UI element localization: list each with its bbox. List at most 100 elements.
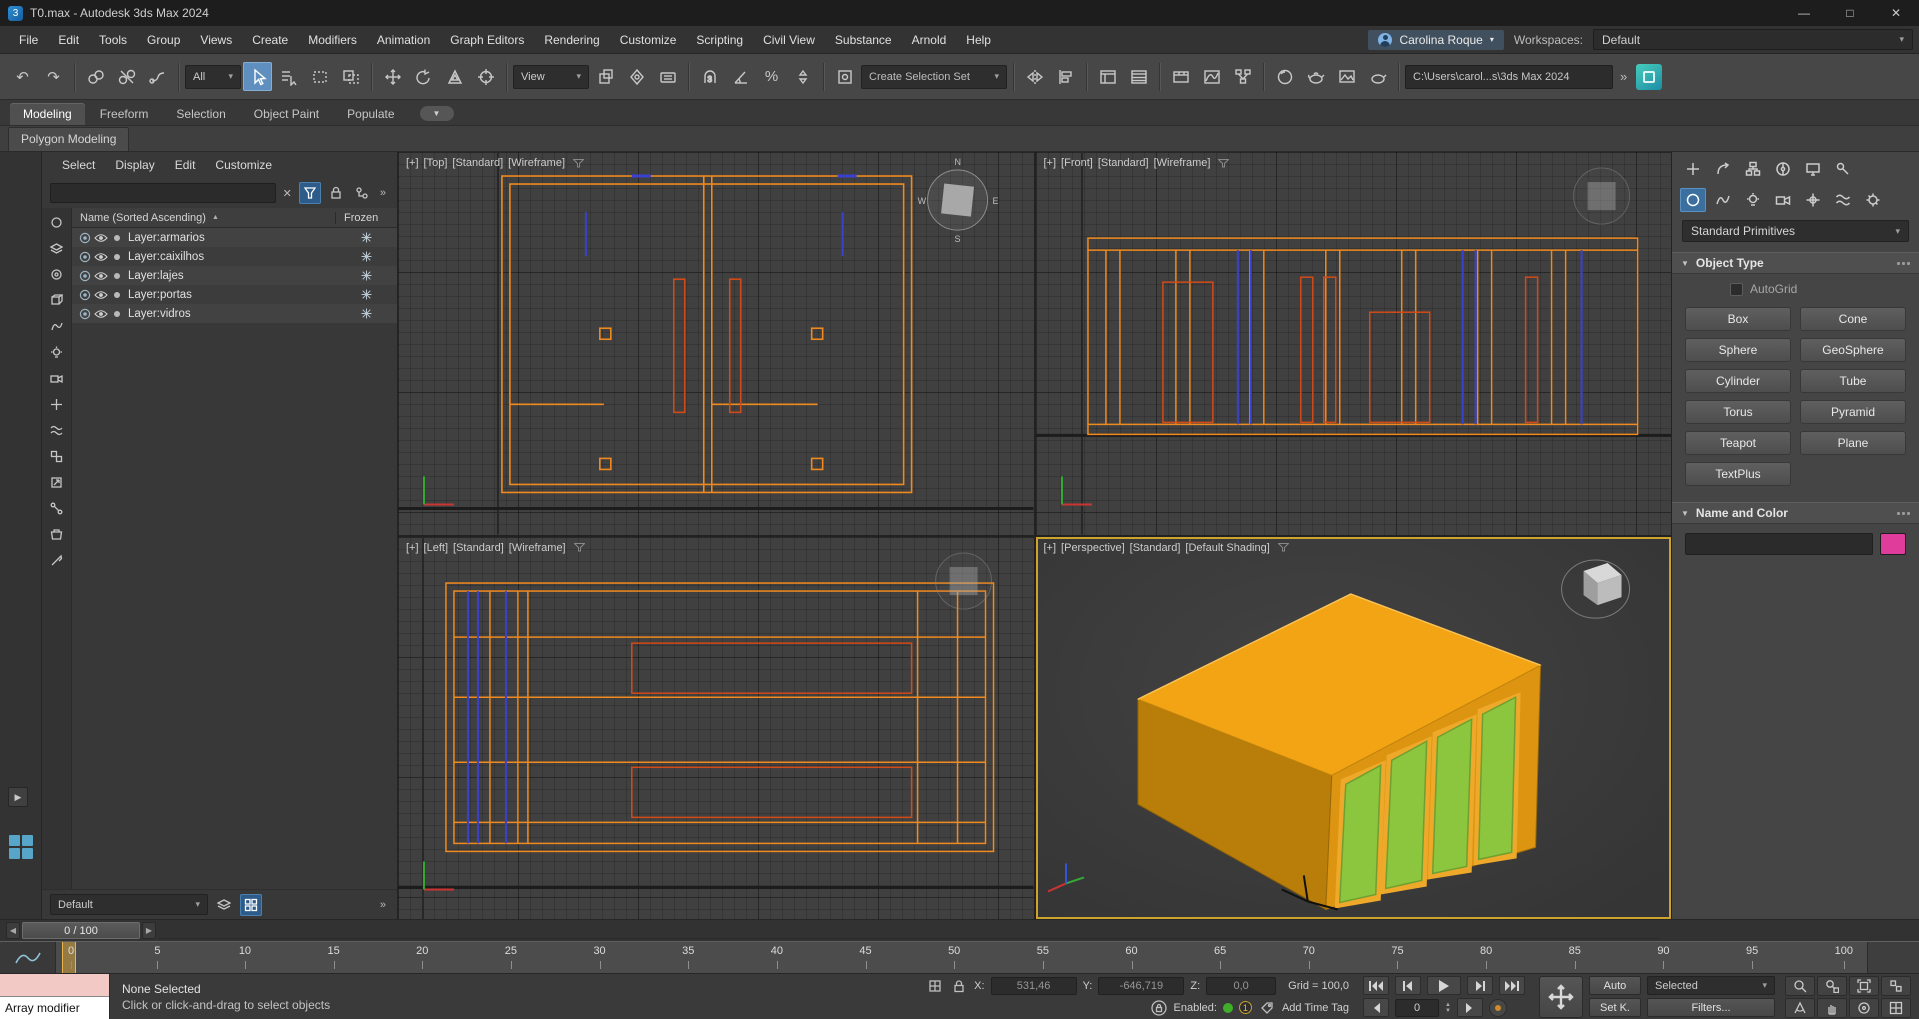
shapes-category-icon[interactable] bbox=[1710, 188, 1736, 212]
autogrid-checkbox[interactable] bbox=[1730, 283, 1743, 296]
display-tab-icon[interactable] bbox=[1800, 157, 1826, 181]
explorer-empty-area[interactable] bbox=[72, 323, 397, 889]
viewport-filter-icon[interactable] bbox=[1218, 159, 1229, 168]
ruler-frame-label[interactable]: 75 bbox=[1391, 945, 1403, 969]
helpers-category-icon[interactable] bbox=[1800, 188, 1826, 212]
visibility-eye-icon[interactable] bbox=[93, 309, 109, 319]
frozen-snowflake-icon[interactable] bbox=[335, 270, 397, 281]
viewport-filter-icon[interactable] bbox=[573, 159, 584, 168]
motion-tab-icon[interactable] bbox=[1770, 157, 1796, 181]
ruler-frame-label[interactable]: 45 bbox=[859, 945, 871, 969]
primitive-button[interactable]: GeoSphere bbox=[1800, 338, 1906, 362]
menu-item[interactable]: Modifiers bbox=[299, 29, 366, 51]
render-toggle-icon[interactable] bbox=[109, 272, 125, 280]
menu-item[interactable]: Customize bbox=[611, 29, 686, 51]
explorer-overflow-icon[interactable]: » bbox=[377, 187, 389, 199]
render-setup-icon[interactable] bbox=[1301, 62, 1330, 91]
edit-named-selection-sets-icon[interactable] bbox=[830, 62, 859, 91]
menu-item[interactable]: Create bbox=[243, 29, 297, 51]
render-toggle-icon[interactable] bbox=[109, 291, 125, 299]
object-name-field[interactable] bbox=[1685, 533, 1873, 555]
ribbon-tab[interactable]: Selection bbox=[163, 103, 238, 125]
previous-key-button[interactable] bbox=[1363, 998, 1389, 1017]
layer-color-icon[interactable] bbox=[77, 251, 93, 263]
viewport-standard-menu[interactable]: [Standard] bbox=[1098, 157, 1149, 169]
mirror-icon[interactable] bbox=[1020, 62, 1049, 91]
key-filters-button[interactable]: Filters... bbox=[1647, 998, 1775, 1017]
toggle-layer-explorer-icon[interactable] bbox=[1124, 62, 1153, 91]
ruler-frame-label[interactable]: 30 bbox=[593, 945, 605, 969]
maximize-button[interactable]: □ bbox=[1827, 0, 1873, 26]
viewport-standard-menu[interactable]: [Standard] bbox=[453, 542, 504, 554]
x-coordinate-field[interactable] bbox=[991, 977, 1077, 995]
primitive-button[interactable]: Tube bbox=[1800, 369, 1906, 393]
frozen-snowflake-icon[interactable] bbox=[335, 289, 397, 300]
project-folder-field[interactable] bbox=[1405, 65, 1613, 89]
viewport-view-menu[interactable]: [Front] bbox=[1061, 157, 1093, 169]
menu-item[interactable]: Animation bbox=[368, 29, 439, 51]
front-viewport-canvas[interactable] bbox=[1036, 152, 1672, 535]
viewport-menu-plus[interactable]: [+] bbox=[1044, 157, 1057, 169]
selection-lock-icon[interactable] bbox=[950, 977, 968, 995]
display-materials-icon[interactable] bbox=[47, 264, 67, 284]
current-frame-field[interactable] bbox=[1395, 999, 1439, 1017]
angle-snap-icon[interactable] bbox=[726, 62, 755, 91]
ruler-frame-label[interactable]: 10 bbox=[239, 945, 251, 969]
viewport-shading-menu[interactable]: [Wireframe] bbox=[1154, 157, 1211, 169]
z-coordinate-field[interactable] bbox=[1206, 977, 1276, 995]
ribbon-tab[interactable]: Object Paint bbox=[241, 103, 332, 125]
bind-spacewarp-icon[interactable] bbox=[143, 62, 172, 91]
mini-curve-editor-button[interactable] bbox=[0, 942, 56, 973]
layer-row[interactable]: Layer:lajes bbox=[72, 266, 397, 285]
ruler-frame-label[interactable]: 35 bbox=[682, 945, 694, 969]
ruler-frame-label[interactable]: 90 bbox=[1657, 945, 1669, 969]
layer-color-icon[interactable] bbox=[77, 289, 93, 301]
menu-item[interactable]: Substance bbox=[826, 29, 901, 51]
go-to-start-button[interactable] bbox=[1363, 976, 1389, 995]
select-by-name-icon[interactable] bbox=[274, 62, 303, 91]
hierarchy-mode-icon[interactable] bbox=[351, 182, 373, 204]
select-and-manipulate-icon[interactable] bbox=[622, 62, 651, 91]
geometry-category-icon[interactable] bbox=[1680, 188, 1706, 212]
top-viewport-canvas[interactable]: N W E S bbox=[398, 152, 1034, 535]
selection-lock-toggle-icon[interactable] bbox=[1150, 999, 1168, 1017]
ruler-frame-label[interactable]: 25 bbox=[505, 945, 517, 969]
play-button[interactable] bbox=[1427, 976, 1461, 995]
reference-coordinate-dropdown[interactable]: View ▾ bbox=[513, 65, 589, 89]
unlink-icon[interactable] bbox=[112, 62, 141, 91]
viewport-shading-menu[interactable]: [Wireframe] bbox=[509, 542, 566, 554]
select-and-scale-icon[interactable] bbox=[440, 62, 469, 91]
y-coordinate-field[interactable] bbox=[1098, 977, 1184, 995]
menu-item[interactable]: Views bbox=[191, 29, 241, 51]
render-toggle-icon[interactable] bbox=[109, 310, 125, 318]
selected-set-dropdown[interactable]: Selected ▾ bbox=[1647, 976, 1775, 995]
layer-list-icon[interactable] bbox=[213, 894, 235, 916]
track-bar-ruler[interactable]: 0510152025303540455055606570758085909510… bbox=[56, 942, 1867, 973]
explorer-menu-item[interactable]: Display bbox=[107, 155, 162, 175]
use-pivot-center-icon[interactable] bbox=[591, 62, 620, 91]
explorer-menu-item[interactable]: Edit bbox=[167, 155, 204, 175]
display-spacewarps-icon[interactable] bbox=[47, 420, 67, 440]
ribbon-tab[interactable]: Populate bbox=[334, 103, 407, 125]
snap-toggle-3d-icon[interactable]: 3 bbox=[695, 62, 724, 91]
display-containers-icon[interactable] bbox=[47, 524, 67, 544]
ruler-frame-label[interactable]: 100 bbox=[1835, 945, 1853, 969]
keyboard-shortcut-override-icon[interactable] bbox=[653, 62, 682, 91]
rectangular-selection-region-icon[interactable] bbox=[305, 62, 334, 91]
material-editor-icon[interactable] bbox=[1270, 62, 1299, 91]
display-objects-icon[interactable] bbox=[47, 212, 67, 232]
menu-item[interactable]: Tools bbox=[90, 29, 136, 51]
curve-editor-icon[interactable] bbox=[1197, 62, 1226, 91]
explorer-menu-item[interactable]: Select bbox=[54, 155, 103, 175]
ruler-frame-label[interactable]: 20 bbox=[416, 945, 428, 969]
display-bones-icon[interactable] bbox=[47, 498, 67, 518]
select-and-move-icon[interactable] bbox=[378, 62, 407, 91]
ruler-frame-label[interactable]: 50 bbox=[948, 945, 960, 969]
zoom-extents-icon[interactable] bbox=[1849, 976, 1879, 996]
add-time-tag[interactable]: Add Time Tag bbox=[1282, 1002, 1349, 1014]
display-geometry-icon[interactable] bbox=[47, 290, 67, 310]
clear-search-icon[interactable]: ✕ bbox=[280, 187, 295, 200]
previous-frame-button[interactable] bbox=[1395, 976, 1421, 995]
time-slider-prev-icon[interactable]: ◀ bbox=[6, 922, 20, 939]
menu-item[interactable]: Graph Editors bbox=[441, 29, 533, 51]
